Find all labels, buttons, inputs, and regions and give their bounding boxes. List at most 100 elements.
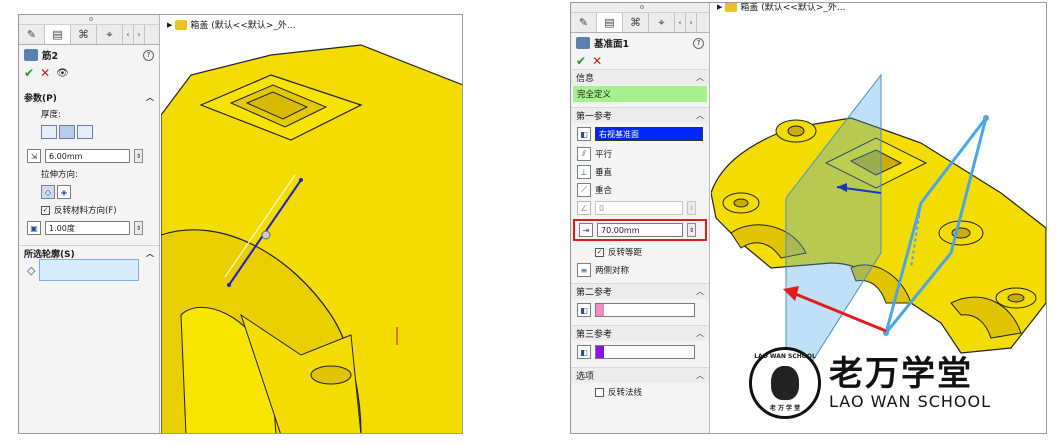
dimxpert-tab-icon[interactable]: ⌖ xyxy=(97,25,123,44)
mid-plane-icon[interactable]: ≡ xyxy=(577,263,591,277)
draft-spinner[interactable]: ⇕ xyxy=(134,221,143,235)
featuremanager-tab-icon[interactable]: ✎ xyxy=(19,25,45,44)
draft-toggle-icon[interactable]: ▣ xyxy=(27,221,41,235)
help-icon[interactable]: ? xyxy=(143,49,154,61)
feature-title: 基准面1 xyxy=(594,39,630,50)
plane-handle[interactable] xyxy=(983,115,989,121)
flyout-tree[interactable]: ▶ 箱盖 (默认<<默认>_外... xyxy=(167,18,295,31)
params-section-header[interactable]: 参数(P) ︿ xyxy=(19,89,159,105)
bolt-hole xyxy=(310,365,352,385)
propertymanager-tab-icon[interactable]: ▤ xyxy=(597,13,623,32)
propertymanager-tab-icon[interactable]: ▤ xyxy=(45,25,71,44)
both-sides-button[interactable] xyxy=(59,125,75,139)
manager-tabs: ✎ ▤ ⌘ ⌖ ‹ › xyxy=(571,13,709,33)
angle-input[interactable]: 0 xyxy=(595,201,683,215)
part-icon xyxy=(175,19,188,30)
panel-grip[interactable] xyxy=(571,3,709,13)
manager-tabs: ✎ ▤ ⌘ ⌖ ‹ › xyxy=(19,25,159,45)
collapse-chevron-icon[interactable]: ︿ xyxy=(146,92,154,103)
contour-section-header[interactable]: 所选轮廓(S) ︿ xyxy=(19,245,159,261)
reference-entity-icon: ◧ xyxy=(577,303,591,317)
info-section-header[interactable]: 信息 ︿ xyxy=(571,69,709,85)
sketch-contour-icon: ◇ xyxy=(27,263,36,277)
rib-thickness-icon: ⇲ xyxy=(27,149,41,163)
cancel-x-icon[interactable]: ✕ xyxy=(592,54,602,68)
parallel-icon[interactable]: ⫽ xyxy=(577,147,591,161)
second-ref-row: ◧ xyxy=(571,299,709,321)
normal-to-sketch-icon[interactable]: ◈ xyxy=(57,185,71,199)
angle-spinner[interactable]: ⇕ xyxy=(687,201,696,215)
help-icon[interactable]: ? xyxy=(693,37,704,49)
third-ref-selection[interactable] xyxy=(595,345,695,359)
part-tree-label: 箱盖 (默认<<默认>_外... xyxy=(190,21,296,31)
feature-header: 基准面1 ? xyxy=(571,33,709,53)
ok-check-icon[interactable]: ✔ xyxy=(24,66,34,80)
mid-plane-row[interactable]: ≡ 两侧对称 xyxy=(571,261,709,279)
cancel-x-icon[interactable]: ✕ xyxy=(40,66,50,80)
first-ref-section-header[interactable]: 第一参考 ︿ xyxy=(571,107,709,123)
coincident-icon[interactable]: ⟋ xyxy=(577,183,591,197)
flip-material-checkbox[interactable]: ✓ xyxy=(41,205,50,215)
mid-plane-label: 两侧对称 xyxy=(595,266,630,276)
flip-normal-row: 反转法线 xyxy=(571,383,709,401)
logo-chinese: 老万学堂 xyxy=(829,353,973,394)
tab-scroll-right-icon[interactable]: › xyxy=(134,25,145,44)
tab-scroll-left-icon[interactable]: ‹ xyxy=(675,13,686,32)
second-ref-selection[interactable] xyxy=(595,303,695,317)
collapse-chevron-icon[interactable]: ︿ xyxy=(696,328,704,339)
collapse-chevron-icon[interactable]: ︿ xyxy=(146,248,154,259)
thickness-input[interactable]: 6.00mm xyxy=(45,149,130,163)
flip-offset-label: 反转等距 xyxy=(608,248,643,258)
perpendicular-icon[interactable]: ⊥ xyxy=(577,165,591,179)
second-ref-section-header[interactable]: 第二参考 ︿ xyxy=(571,283,709,299)
first-side-button[interactable] xyxy=(41,125,57,139)
first-ref-row: ◧ 右视基准面 xyxy=(571,123,709,145)
expand-arrow-icon[interactable]: ▶ xyxy=(167,21,172,29)
panel-grip[interactable] xyxy=(19,15,159,25)
ok-check-icon[interactable]: ✔ xyxy=(576,54,586,68)
angle-row: ∠ 0 ⇕ xyxy=(571,199,709,217)
tab-scroll-right-icon[interactable]: › xyxy=(686,13,697,32)
portrait-icon xyxy=(771,366,799,400)
dimxpert-tab-icon[interactable]: ⌖ xyxy=(649,13,675,32)
offset-spinner[interactable]: ⇕ xyxy=(687,223,696,237)
parallel-option[interactable]: ⫽ 平行 xyxy=(571,145,709,163)
parallel-to-sketch-icon[interactable]: ◇ xyxy=(41,185,55,199)
third-ref-section-header[interactable]: 第三参考 ︿ xyxy=(571,325,709,341)
flip-material-label: 反转材料方向(F) xyxy=(54,206,117,216)
rib-endpoint xyxy=(299,178,303,182)
options-title: 选项 xyxy=(576,372,595,382)
collapse-chevron-icon[interactable]: ︿ xyxy=(696,286,704,297)
action-row: ✔ ✕ xyxy=(571,53,709,69)
draft-angle-input[interactable]: 1.00度 xyxy=(45,221,130,235)
featuremanager-tab-icon[interactable]: ✎ xyxy=(571,13,597,32)
flip-offset-row: ✓ 反转等距 xyxy=(571,243,709,261)
coincident-option[interactable]: ⟋ 重合 xyxy=(571,181,709,199)
graphics-area[interactable]: ▶ 箱盖 (默认<<默认>_外... xyxy=(160,15,462,433)
preview-eye-icon[interactable]: 👁 xyxy=(56,68,69,79)
first-ref-title: 第一参考 xyxy=(576,112,613,122)
options-section-header[interactable]: 选项 ︿ xyxy=(571,367,709,383)
first-ref-selection[interactable]: 右视基准面 xyxy=(595,127,703,141)
contour-selection-box[interactable] xyxy=(39,259,140,281)
offset-distance-icon[interactable]: ⇥ xyxy=(579,223,593,237)
flip-offset-checkbox[interactable]: ✓ xyxy=(595,247,604,257)
collapse-chevron-icon[interactable]: ︿ xyxy=(696,110,704,121)
angle-icon[interactable]: ∠ xyxy=(577,201,591,215)
expand-arrow-icon[interactable]: ▶ xyxy=(717,3,722,11)
thickness-spinner[interactable]: ⇕ xyxy=(134,149,143,163)
extrude-dir-label-row: 拉伸方向: xyxy=(19,165,159,183)
configuration-tab-icon[interactable]: ⌘ xyxy=(623,13,649,32)
rib-feature-icon xyxy=(24,49,38,61)
feature-title: 筋2 xyxy=(42,51,59,62)
tab-scroll-left-icon[interactable]: ‹ xyxy=(123,25,134,44)
offset-distance-input[interactable]: 70.00mm xyxy=(597,223,683,237)
perpendicular-option[interactable]: ⊥ 垂直 xyxy=(571,163,709,181)
flyout-tree[interactable]: ▶ 箱盖 (默认<<默认>_外... xyxy=(717,3,845,13)
flip-normal-checkbox[interactable] xyxy=(595,387,604,397)
extrude-direction-label: 拉伸方向: xyxy=(41,170,78,180)
configuration-tab-icon[interactable]: ⌘ xyxy=(71,25,97,44)
collapse-chevron-icon[interactable]: ︿ xyxy=(696,72,704,83)
collapse-chevron-icon[interactable]: ︿ xyxy=(696,370,704,381)
second-side-button[interactable] xyxy=(77,125,93,139)
